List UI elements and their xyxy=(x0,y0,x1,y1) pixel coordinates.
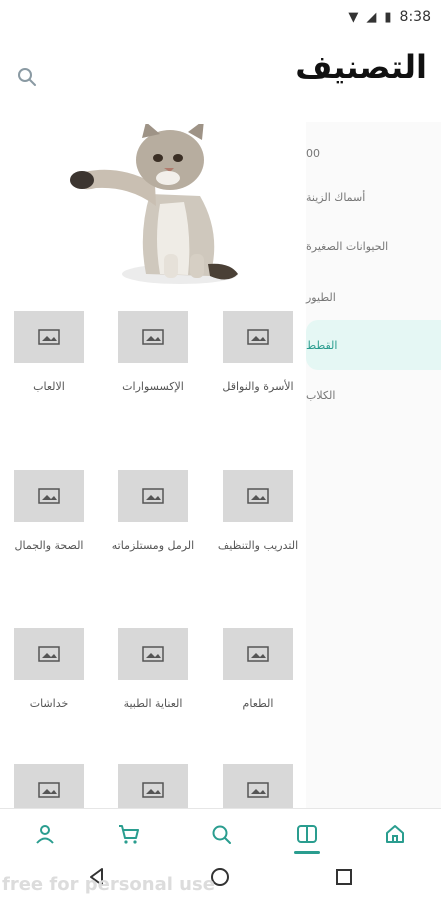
subcategory-label: الصحة والجمال xyxy=(14,539,84,552)
subcategory-label: الالعاب xyxy=(33,380,65,393)
subcategory-tile[interactable]: الأسرة والنواقل xyxy=(215,311,315,461)
subcategory-tile[interactable]: الإكسسوارات xyxy=(110,311,210,461)
signal-icon: ◢ xyxy=(366,9,377,25)
subcategory-label: خداشات xyxy=(29,697,69,710)
sidebar-item-small-animals[interactable]: الحيوانات الصغيرة xyxy=(306,221,441,271)
subcategory-label: الرمل ومستلزماته xyxy=(111,539,195,552)
sidebar-item-00[interactable]: 00 xyxy=(306,128,441,178)
home-circle-icon[interactable] xyxy=(209,866,231,892)
battery-icon: ▮ xyxy=(384,9,392,25)
image-placeholder-icon xyxy=(223,764,293,808)
back-icon[interactable] xyxy=(86,866,108,892)
header: التصنيف xyxy=(0,40,441,110)
home-icon[interactable] xyxy=(380,819,410,849)
image-placeholder-icon xyxy=(118,470,188,522)
subcategory-tile[interactable]: الصحة والجمال xyxy=(6,470,106,620)
status-bar: ▼ ◢ ▮ 8:38 xyxy=(0,0,441,34)
image-placeholder-icon xyxy=(223,628,293,680)
search-icon[interactable] xyxy=(14,64,40,90)
subcategory-tile[interactable]: التدريب والتنظيف xyxy=(215,470,315,620)
subcategory-tile[interactable] xyxy=(215,764,315,808)
image-placeholder-icon xyxy=(14,628,84,680)
search-icon[interactable] xyxy=(206,819,236,849)
sidebar-item-fish[interactable]: أسماك الزينة xyxy=(306,172,441,222)
recents-square-icon[interactable] xyxy=(333,866,355,892)
category-banner-image xyxy=(60,120,245,288)
image-placeholder-icon xyxy=(118,764,188,808)
subcategory-label: الطعام xyxy=(242,697,274,710)
sidebar-item-birds[interactable]: الطيور xyxy=(306,272,441,322)
image-placeholder-icon xyxy=(223,311,293,363)
subcategory-tile[interactable] xyxy=(110,764,210,808)
user-icon[interactable] xyxy=(30,819,60,849)
sidebar-item-dogs[interactable]: الكلاب xyxy=(306,370,441,420)
wifi-icon: ▼ xyxy=(348,9,359,25)
sidebar-item-label: أسماك الزينة xyxy=(306,190,366,204)
image-placeholder-icon xyxy=(14,311,84,363)
category-sidebar: 00 أسماك الزينة الحيوانات الصغيرة الطيور… xyxy=(306,122,441,812)
bottom-nav xyxy=(0,808,441,860)
subcategory-label: التدريب والتنظيف xyxy=(217,539,299,552)
image-placeholder-icon xyxy=(14,764,84,808)
page-title: التصنيف xyxy=(295,48,427,86)
image-placeholder-icon xyxy=(223,470,293,522)
image-placeholder-icon xyxy=(118,628,188,680)
subcategory-tile[interactable]: العناية الطبية xyxy=(110,628,210,778)
subcategory-tile[interactable]: الالعاب xyxy=(6,311,106,461)
image-placeholder-icon xyxy=(118,311,188,363)
book-icon[interactable] xyxy=(292,819,322,849)
subcategory-tile[interactable]: خداشات xyxy=(6,628,106,778)
sidebar-item-cats[interactable]: القطط xyxy=(306,320,441,370)
subcategory-tile[interactable]: الطعام xyxy=(215,628,315,778)
system-nav-bar xyxy=(0,860,441,900)
subcategory-label: العناية الطبية xyxy=(123,697,183,710)
subcategory-label: الإكسسوارات xyxy=(122,380,184,393)
sidebar-item-label: 00 xyxy=(306,146,320,160)
subcategory-tile[interactable]: الرمل ومستلزماته xyxy=(110,470,210,620)
subcategory-label: الأسرة والنواقل xyxy=(222,380,294,393)
status-time: 8:38 xyxy=(399,9,431,25)
subcategory-tile[interactable] xyxy=(6,764,106,808)
active-tab-indicator xyxy=(294,851,320,854)
sidebar-item-label: الطيور xyxy=(306,290,336,304)
cart-icon[interactable] xyxy=(114,819,144,849)
image-placeholder-icon xyxy=(14,470,84,522)
sidebar-item-label: الحيوانات الصغيرة xyxy=(306,239,389,253)
